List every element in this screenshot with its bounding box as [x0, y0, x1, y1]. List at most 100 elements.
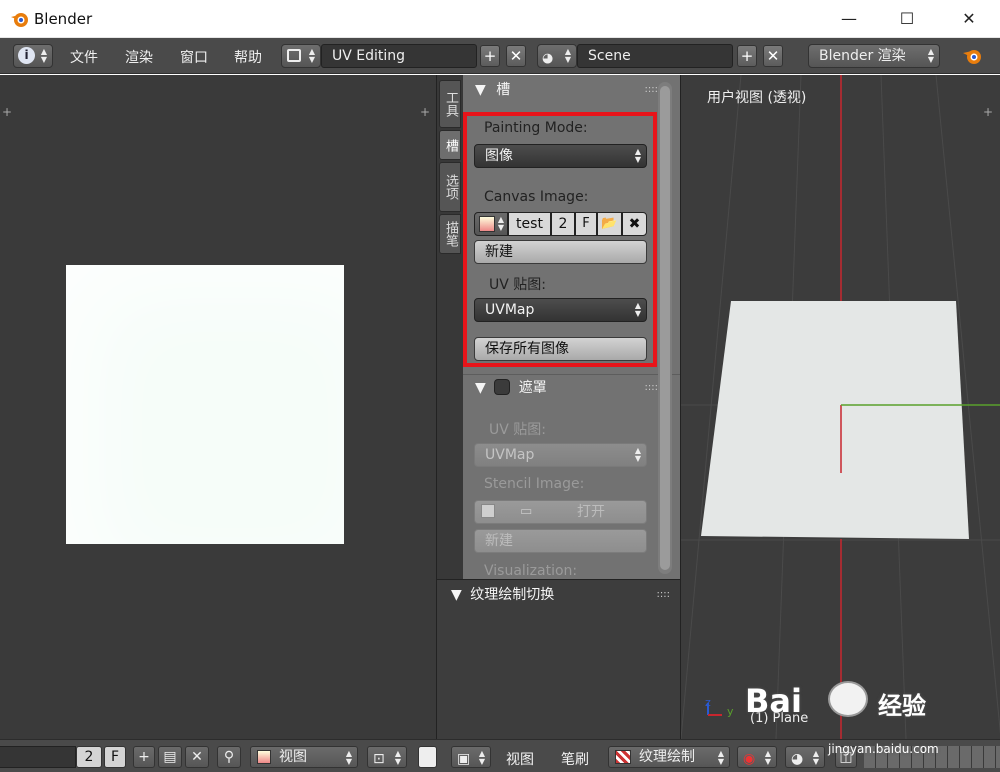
stencil-image-label: Stencil Image:: [484, 476, 585, 492]
window-titlebar: Blender — ☐ ✕: [0, 0, 1000, 38]
unlink-image-icon[interactable]: ✕: [185, 746, 209, 768]
editor-type-selector[interactable]: i ▲ ▼: [13, 44, 53, 68]
uv-canvas-image[interactable]: [66, 265, 344, 544]
mask-panel-title: 遮罩: [518, 380, 547, 396]
render-shading-icon: ◉: [743, 751, 756, 767]
interaction-mode-select[interactable]: 纹理绘制 ▲ ▼: [608, 746, 730, 768]
screen-layout-field[interactable]: UV Editing: [321, 44, 477, 68]
updown-arrow-icon: ▲ ▼: [478, 749, 485, 766]
svg-text:z: z: [705, 696, 711, 709]
uv-view-mode-select[interactable]: 视图 ▲ ▼: [250, 746, 358, 768]
close-window-button[interactable]: ✕: [946, 0, 992, 38]
uv-view-label: 视图: [279, 749, 307, 765]
updown-arrow-icon: ▲ ▼: [812, 749, 819, 766]
paw-icon: [828, 681, 868, 717]
add-layout-button[interactable]: +: [480, 45, 500, 67]
drag-handle-icon[interactable]: ::::: [645, 77, 658, 103]
texture-paint-icon: [615, 750, 631, 764]
tab-slots[interactable]: 槽: [439, 130, 461, 160]
pivot-point-select[interactable]: ◕ ▲ ▼: [785, 746, 825, 768]
updown-arrow-icon: ▲ ▼: [308, 47, 315, 64]
watermark-url: jingyan.baidu.com: [828, 742, 939, 756]
minimize-button[interactable]: —: [826, 0, 872, 38]
delete-scene-button[interactable]: ✕: [763, 45, 783, 67]
add-scene-button[interactable]: +: [737, 45, 757, 67]
texture-paint-toggle-panel: ▼ 纹理绘制切换 ::::: [437, 579, 680, 739]
info-icon: i: [18, 47, 35, 64]
updown-arrow-icon: ▲ ▼: [764, 749, 771, 766]
sync-selection-icon[interactable]: [418, 746, 437, 768]
screen-layout-type-button[interactable]: ▲ ▼: [281, 44, 321, 68]
blender-logo-icon: [11, 13, 28, 27]
slots-panel-header[interactable]: ▼ 槽 ::::: [463, 77, 680, 103]
blender-logo-icon: [963, 50, 981, 64]
updown-arrow-icon: ▲ ▼: [345, 749, 352, 766]
corner-plus-icon[interactable]: +: [420, 105, 430, 119]
updown-arrow-icon: ▲ ▼: [717, 749, 724, 766]
corner-plus-icon[interactable]: +: [983, 105, 993, 119]
maximize-button[interactable]: ☐: [884, 0, 930, 38]
highlight-box: [463, 112, 657, 367]
scene-type-button[interactable]: ◕ ▲ ▼: [537, 44, 577, 68]
pin-icon[interactable]: ⚲: [217, 746, 241, 768]
layout-icon: [287, 49, 301, 62]
interaction-mode-label: 纹理绘制: [639, 749, 695, 765]
pivot-select[interactable]: ⊡ ▲ ▼: [367, 746, 407, 768]
texture-paint-panel-header[interactable]: ▼ 纹理绘制切换 ::::: [451, 582, 680, 608]
pivot-icon: ⊡: [373, 751, 385, 767]
menu-brush[interactable]: 笔刷: [561, 749, 589, 769]
image-name-field[interactable]: [0, 746, 76, 768]
viewport-shading-select[interactable]: ▣ ▲ ▼: [451, 746, 491, 768]
collapse-triangle-icon: ▼: [475, 82, 486, 98]
mask-uv-map-value: UVMap: [485, 447, 535, 463]
tool-panel-scrollbar[interactable]: [658, 82, 672, 574]
mask-enable-checkbox[interactable]: [494, 379, 511, 395]
tab-options[interactable]: 选项: [439, 162, 461, 212]
axis-gizmo: z y: [705, 696, 734, 718]
bottom-users-count[interactable]: 2: [76, 746, 102, 768]
mask-panel-header[interactable]: ▼ 遮罩 ::::: [463, 374, 680, 400]
tab-brush[interactable]: 描笔: [439, 214, 461, 254]
tab-tools[interactable]: 工具: [439, 80, 461, 128]
open-image-folder-icon[interactable]: ▤: [158, 746, 182, 768]
delete-layout-button[interactable]: ✕: [506, 45, 526, 67]
scrollbar-thumb[interactable]: [660, 86, 670, 570]
stencil-new-button[interactable]: 新建: [474, 529, 647, 553]
info-header: i ▲ ▼ 文件 渲染 窗口 帮助 ▲ ▼ UV Editing + ✕ ◕ ▲ ▼ …: [0, 38, 1000, 74]
window-title: Blender: [34, 10, 93, 28]
watermark-brand: Bai: [745, 682, 802, 720]
updown-arrow-icon: ▲ ▼: [927, 47, 934, 64]
menu-view[interactable]: 视图: [506, 749, 534, 769]
tool-shelf-tabs: 工具 槽 选项 描笔: [437, 75, 463, 579]
texture-paint-panel-title: 纹理绘制切换: [470, 587, 555, 603]
stencil-open-label: 打开: [577, 504, 605, 520]
drag-handle-icon[interactable]: ::::: [657, 582, 670, 608]
image-icon: [257, 750, 271, 764]
bottom-fake-user[interactable]: F: [104, 746, 126, 768]
new-image-plus-button[interactable]: +: [133, 746, 155, 768]
shading-mode-select[interactable]: ◉ ▲ ▼: [737, 746, 777, 768]
menu-render[interactable]: 渲染: [125, 47, 153, 67]
mask-uv-map-label: UV 贴图:: [489, 422, 546, 438]
folder-icon: ▭: [520, 504, 533, 519]
updown-arrow-icon: ▲ ▼: [634, 446, 641, 463]
menu-file[interactable]: 文件: [70, 47, 98, 67]
3d-viewport[interactable]: z y +: [680, 75, 1000, 739]
scene-field[interactable]: Scene: [577, 44, 733, 68]
viewport-scene: z y: [681, 75, 1000, 739]
cube-icon: ▣: [457, 751, 471, 767]
drag-handle-icon[interactable]: ::::: [645, 375, 658, 401]
corner-plus-icon[interactable]: +: [2, 105, 12, 119]
slots-panel-title: 槽: [496, 82, 511, 98]
menu-window[interactable]: 窗口: [180, 47, 208, 67]
updown-arrow-icon: ▲ ▼: [394, 749, 401, 766]
render-engine-select[interactable]: Blender 渲染 ▲ ▼: [808, 44, 940, 68]
updown-arrow-icon: ▲ ▼: [40, 47, 47, 64]
viewport-view-label: 用户视图 (透视): [707, 90, 807, 106]
watermark-brand-cn: 经验: [878, 692, 926, 720]
pivot-icon: ◕: [791, 751, 804, 767]
stencil-open-button[interactable]: ▭ 打开: [474, 500, 647, 524]
image-icon: [481, 504, 495, 518]
menu-help[interactable]: 帮助: [234, 47, 262, 67]
mask-uv-map-select[interactable]: UVMap ▲ ▼: [474, 443, 647, 467]
